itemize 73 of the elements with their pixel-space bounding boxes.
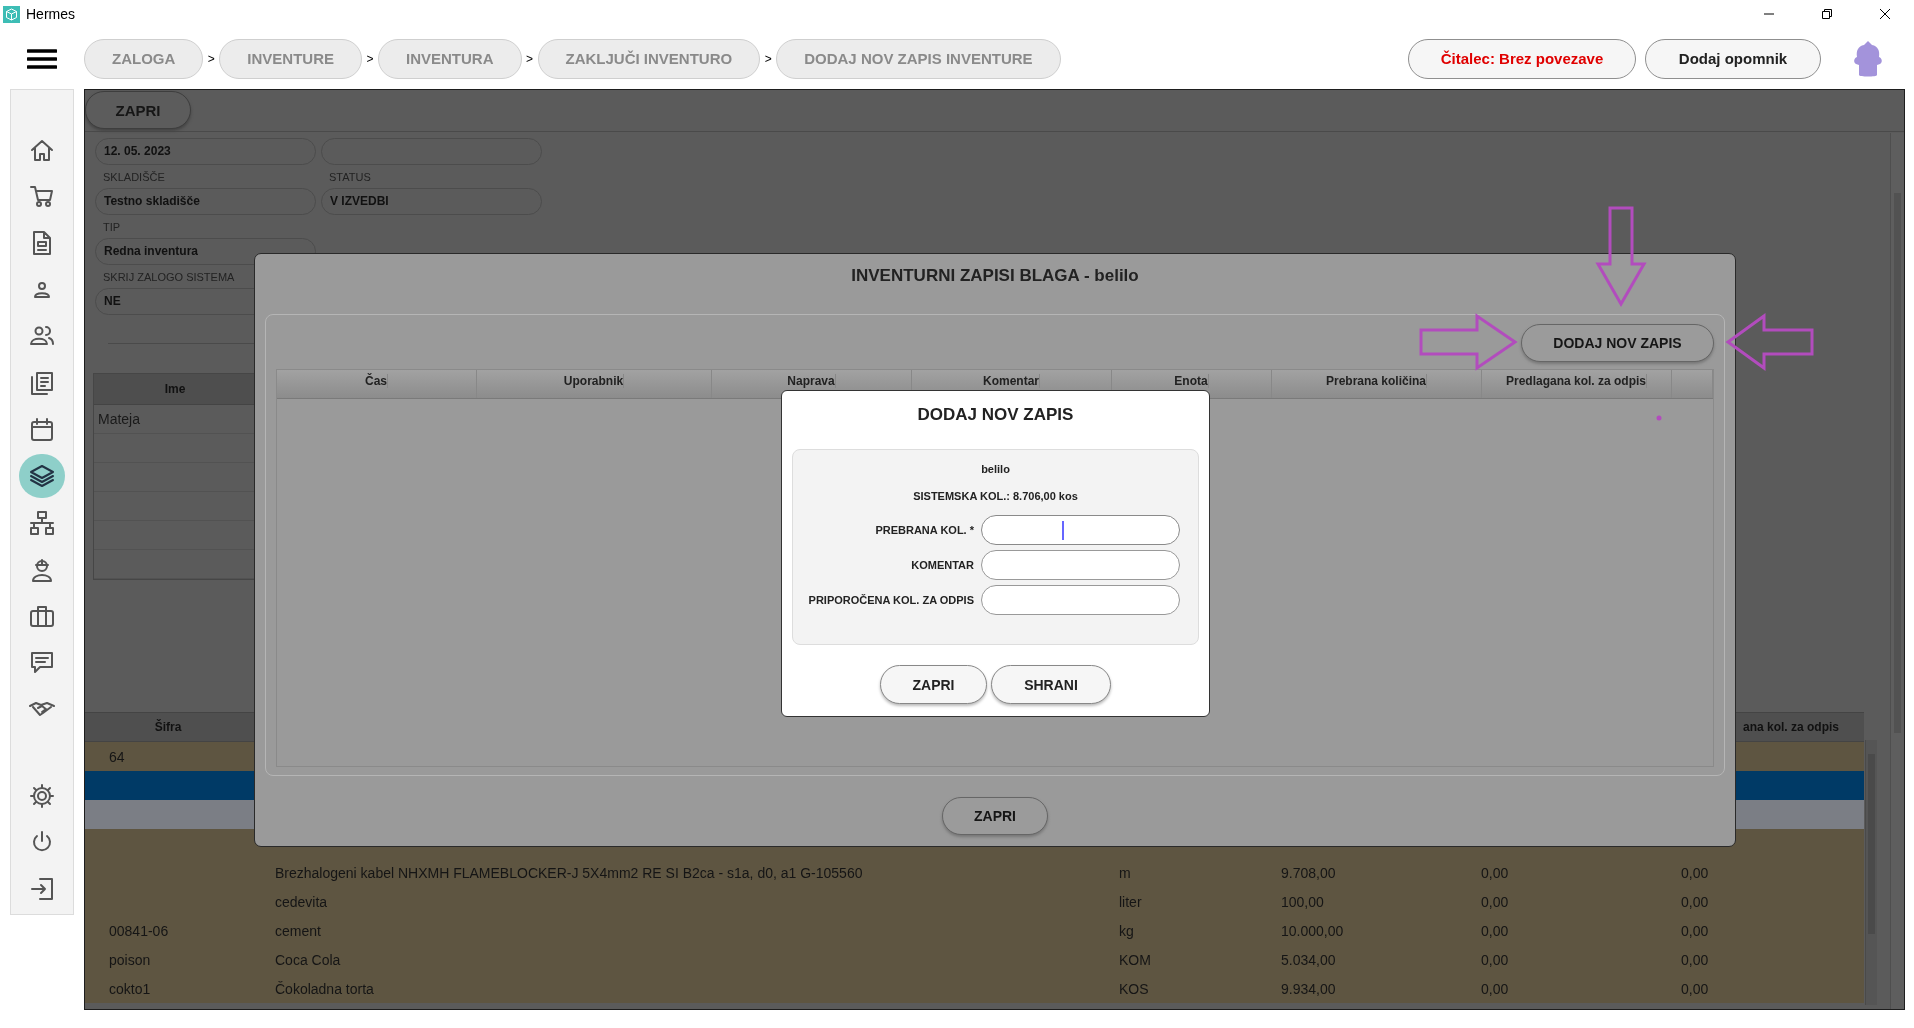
dialog-title: INVENTURNI ZAPISI BLAGA - belilo [851, 266, 1139, 287]
table-cell-text: 0,00 [1680, 980, 1709, 997]
table-cell-text: Čokoladna torta [274, 980, 374, 997]
table-cell: Mateja [98, 411, 141, 427]
table-cell-text: 5.034,00 [1280, 951, 1336, 968]
table-row[interactable]: poison Coca Cola KOM 5.034,00 0,00 0,00 [85, 945, 1864, 974]
system-quantity: SISTEMSKA KOL.: 8.706,00 kos [913, 489, 1078, 504]
table-cell-text: cement [274, 922, 321, 939]
field-label: SKLADIŠČE [103, 171, 165, 183]
table-row[interactable]: Brezhalogeni kabel NHXMH FLAMEBLOCKER-J 5X4mm2 RE SI B2ca - s1a, d0, a1 G-105560 m 9.708,00 0,00 0,00 [85, 858, 1864, 887]
breadcrumb-separator: > [206, 51, 216, 66]
table-cell-text: cokto1 [108, 980, 151, 997]
item-name: belilo [981, 462, 1010, 477]
table-cell-text: KOM [1118, 951, 1151, 968]
field-label: PRIPOROČENA KOL. ZA ODPIS [808, 593, 974, 606]
table-cell-text: Coca Cola [274, 951, 341, 968]
table-cell-text: Brezhalogeni kabel NHXMH FLAMEBLOCKER-J 5X4mm2 RE SI B2ca - s1a, d0, a1 G-105560 [274, 864, 863, 881]
field-label: PREBRANA KOL. * [875, 523, 974, 536]
table-cell-text: 0,00 [1680, 893, 1709, 910]
table-cell-text: 0,00 [1480, 922, 1509, 939]
column-header: Enota [1174, 374, 1209, 388]
breadcrumb-button[interactable]: DODAJ NOV ZAPIS INVENTURE [776, 38, 1061, 79]
table-cell-text: cedevita [274, 893, 328, 910]
table-row[interactable]: cedevita liter 100,00 0,00 0,00 [85, 887, 1864, 916]
breadcrumb-button[interactable]: ZAKLJUČI INVENTURO [537, 38, 761, 79]
column-header: ana kol. za odpis [1743, 720, 1840, 734]
column-header: Prebrana količina [1325, 374, 1427, 388]
close-button[interactable]: ZAPRI [880, 665, 987, 704]
add-record-button[interactable]: DODAJ NOV ZAPIS [1521, 324, 1714, 362]
column-header: Ime [163, 382, 187, 396]
table-row[interactable]: 00841-06 cement kg 10.000,00 0,00 0,00 [85, 916, 1864, 945]
table-cell-text: 0,00 [1480, 980, 1509, 997]
field-label: KOMENTAR [911, 558, 974, 571]
table-cell-text: 9.934,00 [1280, 980, 1336, 997]
column-header: Naprava [787, 374, 836, 388]
table-cell-text: 0,00 [1680, 951, 1709, 968]
table-cell-text: kg [1118, 922, 1134, 939]
table-cell-text: 0,00 [1480, 893, 1509, 910]
column-header: Šifra [153, 720, 183, 734]
table-cell-text: 0,00 [1680, 922, 1709, 939]
save-button[interactable]: SHRANI [991, 665, 1111, 704]
column-header: Predlagana kol. za odpis [1505, 374, 1647, 388]
breadcrumb-button[interactable]: INVENTURA [378, 38, 522, 79]
breadcrumb-button[interactable]: INVENTURE [219, 38, 362, 79]
field-label: SKRIJ ZALOGO SISTEMA [103, 271, 235, 283]
table-cell-text: 0,00 [1480, 951, 1509, 968]
table-cell-text: m [1118, 864, 1131, 881]
table-row[interactable]: cokto1 Čokoladna torta KOS 9.934,00 0,00 0,00 [85, 974, 1864, 1003]
column-header: Čas [365, 374, 388, 388]
field-label: STATUS [329, 171, 371, 183]
table-cell-text: 0,00 [1480, 864, 1509, 881]
close-button[interactable]: ZAPRI [85, 91, 191, 129]
dialog-title: DODAJ NOV ZAPIS [917, 405, 1074, 426]
table-cell-text: 100,00 [1280, 893, 1324, 910]
breadcrumb-button[interactable]: ZALOGA [84, 38, 204, 79]
breadcrumb-separator: > [525, 51, 535, 66]
table-cell-text: poison [108, 951, 151, 968]
field-label: TIP [103, 221, 121, 233]
breadcrumb-separator: > [763, 51, 773, 66]
column-header: Uporabnik [563, 374, 625, 388]
table-cell-text: 0,00 [1680, 864, 1709, 881]
add-reminder-button[interactable]: Dodaj opomnik [1645, 38, 1821, 79]
table-cell-text: 64 [108, 748, 125, 765]
reader-status-button[interactable]: Čitalec: Brez povezave [1408, 38, 1636, 79]
table-cell-text: 10.000,00 [1280, 922, 1344, 939]
window-title: Hermes [26, 6, 75, 22]
table-cell-text: 00841-06 [108, 922, 169, 939]
table-cell-text: liter [1118, 893, 1142, 910]
breadcrumb-separator: > [365, 51, 375, 66]
table-cell-text: KOS [1118, 980, 1149, 997]
column-header: Komentar [983, 374, 1040, 388]
table-cell-text: 9.708,00 [1280, 864, 1336, 881]
close-button[interactable]: ZAPRI [942, 797, 1048, 835]
